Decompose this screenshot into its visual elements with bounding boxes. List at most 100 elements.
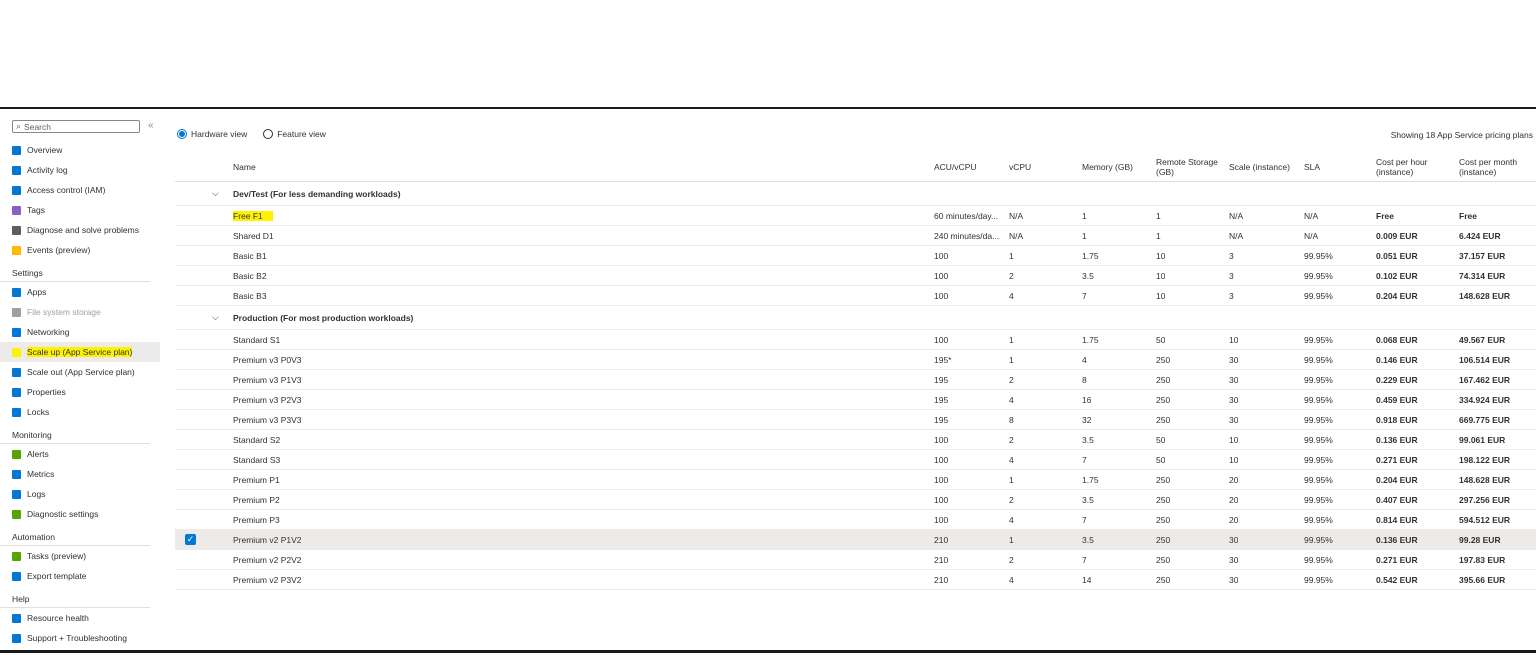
table-row[interactable]: Basic B3 100 4 7 10 3 99.95% 0.204 EUR 148.628 E… xyxy=(175,286,1536,306)
cell-scale: 20 xyxy=(1229,495,1238,505)
cell-cost-month-text: 594.512 EUR xyxy=(1459,515,1511,525)
sidebar-item-support-troubleshooting[interactable]: Support + Troubleshooting xyxy=(0,628,160,648)
table-row[interactable]: Basic B2 100 2 3.5 10 3 99.95% 0.102 EUR 74.314 … xyxy=(175,266,1536,286)
sidebar-item-alerts[interactable]: Alerts xyxy=(0,444,160,464)
cell-scale-text: 20 xyxy=(1229,515,1239,525)
cell-acu: 100 xyxy=(934,335,1009,345)
table-row[interactable]: Basic B1 100 1 1.75 10 3 99.95% 0.051 EUR 37.157… xyxy=(175,246,1536,266)
hardware-view-radio[interactable]: Hardware view xyxy=(177,129,247,139)
header-remote-storage[interactable]: Remote Storage (GB) xyxy=(1156,157,1220,177)
header-cost-hour[interactable]: Cost per hour (instance) xyxy=(1376,157,1442,177)
sidebar-item-tasks-preview[interactable]: Tasks (preview) xyxy=(0,546,160,566)
feature-view-radio[interactable]: Feature view xyxy=(263,129,326,139)
sidebar-item-activity-log[interactable]: Activity log xyxy=(0,160,160,180)
sidebar-item-events-preview[interactable]: Events (preview) xyxy=(0,240,160,260)
sidebar-item-access-control-iam[interactable]: Access control (IAM) xyxy=(0,180,160,200)
cell-cost-month: 395.66 EUR xyxy=(1459,575,1505,585)
activity-log-icon xyxy=(12,165,21,175)
search-input[interactable]: ⌕ Search xyxy=(12,120,140,133)
cell-acu: 100 xyxy=(934,291,1009,301)
sidebar-item-export-template[interactable]: Export template xyxy=(0,566,160,586)
header-memory[interactable]: Memory (GB) xyxy=(1082,162,1133,172)
table-row[interactable]: ✓ Premium v2 P1V2 210 1 3.5 250 30 99.95% 0.136 … xyxy=(175,530,1536,550)
sidebar-item-networking[interactable]: Networking xyxy=(0,322,160,342)
header-acu[interactable]: ACU/vCPU xyxy=(934,162,1009,172)
section-automation: Automation xyxy=(0,524,150,546)
chevron-down-icon[interactable]: ⌵ xyxy=(212,312,219,323)
table-row[interactable]: Premium v3 P3V3 195 8 32 250 30 99.95% 0.918 EU… xyxy=(175,410,1536,430)
table-row[interactable]: Standard S3 100 4 7 50 10 99.95% 0.271 EUR 198.1… xyxy=(175,450,1536,470)
cell-name: Premium P3 xyxy=(233,515,280,525)
sidebar-item-apps[interactable]: Apps xyxy=(0,282,160,302)
cell-remote-storage-text: 50 xyxy=(1156,335,1166,345)
table-row[interactable]: Standard S1 100 1 1.75 50 10 99.95% 0.068 EUR 49… xyxy=(175,330,1536,350)
cell-memory: 3.5 xyxy=(1082,435,1094,445)
cell-acu: 210 xyxy=(934,575,1009,585)
cell-scale: 3 xyxy=(1229,251,1234,261)
cell-memory: 16 xyxy=(1082,395,1091,405)
collapse-sidebar-button[interactable]: « xyxy=(148,120,154,131)
cell-cost-month-text: 669.775 EUR xyxy=(1459,415,1511,425)
checkbox-checked-icon[interactable]: ✓ xyxy=(185,534,196,545)
cell-memory-text: 1 xyxy=(1082,231,1087,241)
table-row[interactable]: Premium v3 P2V3 195 4 16 250 30 99.95% 0.459 EU… xyxy=(175,390,1536,410)
cell-memory: 1.75 xyxy=(1082,475,1099,485)
cell-cost-hour-text: 0.918 EUR xyxy=(1376,415,1418,425)
sidebar-item-diagnostic-settings[interactable]: Diagnostic settings xyxy=(0,504,160,524)
sidebar-item-scale-up-app-service-plan[interactable]: Scale up (App Service plan) xyxy=(0,342,160,362)
cell-acu: 100 xyxy=(934,515,1009,525)
sidebar-item-resource-health[interactable]: Resource health xyxy=(0,608,160,628)
table-row[interactable]: Premium v3 P0V3 195* 1 4 250 30 99.95% 0.146 EU… xyxy=(175,350,1536,370)
header-cost-month[interactable]: Cost per month (instance) xyxy=(1459,157,1525,177)
sidebar-item-scale-out-app-service-plan[interactable]: Scale out (App Service plan) xyxy=(0,362,160,382)
sidebar-item-metrics[interactable]: Metrics xyxy=(0,464,160,484)
table-row[interactable]: Premium P3 100 4 7 250 20 99.95% 0.814 EUR 594.5… xyxy=(175,510,1536,530)
sidebar-item-locks[interactable]: Locks xyxy=(0,402,160,422)
group-label: Production (For most production workload… xyxy=(233,313,414,323)
cell-acu: 100 xyxy=(934,271,1009,281)
scale-up-icon xyxy=(12,347,21,357)
cell-cost-month-text: Free xyxy=(1459,211,1477,221)
sidebar-item-label: Apps xyxy=(27,287,47,297)
cell-acu-text: 195* xyxy=(934,355,952,365)
sidebar-item-overview[interactable]: Overview xyxy=(0,140,160,160)
sidebar-item-logs[interactable]: Logs xyxy=(0,484,160,504)
table-row[interactable]: Standard S2 100 2 3.5 50 10 99.95% 0.136 EUR 99.… xyxy=(175,430,1536,450)
group-row[interactable]: ⌵ Dev/Test (For less demanding workloads) xyxy=(175,182,1536,206)
plan-count: Showing 18 App Service pricing plans xyxy=(1390,130,1533,140)
cell-name: Premium P1 xyxy=(233,475,280,485)
table-row[interactable]: Premium P1 100 1 1.75 250 20 99.95% 0.204 EUR 14… xyxy=(175,470,1536,490)
table-row[interactable]: Premium P2 100 2 3.5 250 20 99.95% 0.407 EUR 297… xyxy=(175,490,1536,510)
header-scale[interactable]: Scale (instance) xyxy=(1229,162,1290,172)
header-sla[interactable]: SLA xyxy=(1304,162,1320,172)
cell-cost-month-text: 395.66 EUR xyxy=(1459,575,1506,585)
table-row[interactable]: Premium v2 P2V2 210 2 7 250 30 99.95% 0.271 EUR… xyxy=(175,550,1536,570)
cell-scale: 30 xyxy=(1229,375,1238,385)
table-row[interactable]: Premium v3 P1V3 195 2 8 250 30 99.95% 0.229 EUR… xyxy=(175,370,1536,390)
cell-name-text: Standard S3 xyxy=(233,455,281,465)
table-row[interactable]: Free F1 60 minutes/day... N/A 1 1 N/A N/A Free F… xyxy=(175,206,1536,226)
cell-vcpu-text: 4 xyxy=(1009,291,1014,301)
group-row[interactable]: ⌵ Production (For most production workloa… xyxy=(175,306,1536,330)
cell-acu: 100 xyxy=(934,251,1009,261)
sidebar-item-tags[interactable]: Tags xyxy=(0,200,160,220)
cell-scale-text: 30 xyxy=(1229,395,1239,405)
cell-remote-storage-text: 250 xyxy=(1156,495,1171,505)
chevron-down-icon[interactable]: ⌵ xyxy=(212,188,219,199)
cell-name: Standard S2 xyxy=(233,435,280,445)
sidebar-item-file-system-storage[interactable]: File system storage xyxy=(0,302,160,322)
cell-vcpu-text: 1 xyxy=(1009,335,1014,345)
sidebar-item-properties[interactable]: Properties xyxy=(0,382,160,402)
cell-sla-text: 99.95% xyxy=(1304,555,1333,565)
header-vcpu[interactable]: vCPU xyxy=(1009,162,1031,172)
sidebar-item-diagnose-and-solve-problems[interactable]: Diagnose and solve problems xyxy=(0,220,160,240)
cell-memory-text: 3.5 xyxy=(1082,271,1094,281)
cell-sla-text: 99.95% xyxy=(1304,475,1333,485)
table-row[interactable]: Premium v2 P3V2 210 4 14 250 30 99.95% 0.542 EU… xyxy=(175,570,1536,590)
sidebar-item-label: Tasks (preview) xyxy=(27,551,87,561)
sidebar-item-label: Activity log xyxy=(27,165,68,175)
cell-acu: 210 xyxy=(934,535,1009,545)
cell-acu-text: 210 xyxy=(934,575,949,585)
header-name[interactable]: Name xyxy=(233,162,256,172)
table-row[interactable]: Shared D1 240 minutes/da... N/A 1 1 N/A N/A 0.0… xyxy=(175,226,1536,246)
